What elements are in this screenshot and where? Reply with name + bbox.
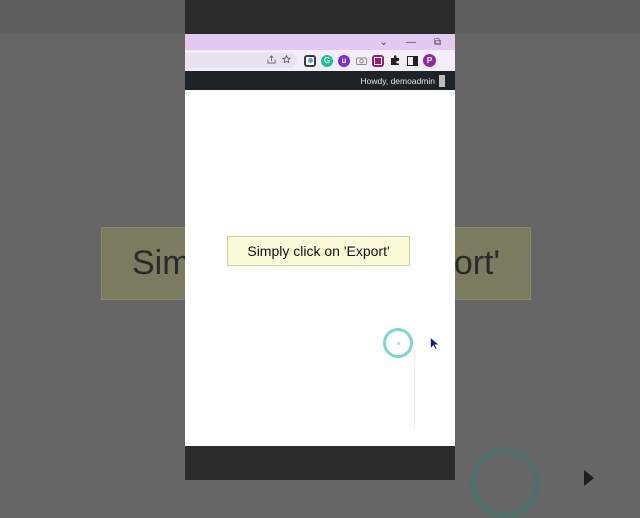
grammarly-icon[interactable]: G bbox=[321, 54, 333, 67]
restore-icon[interactable]: ⧉ bbox=[434, 37, 441, 48]
browser-tab-bar: ⌄ — ⧉ bbox=[185, 34, 455, 50]
background-cursor-icon bbox=[584, 470, 594, 486]
frame-top-bar bbox=[185, 0, 455, 34]
screen-recorder-icon[interactable] bbox=[304, 54, 316, 67]
bookmark-star-icon[interactable] bbox=[281, 54, 292, 66]
click-indicator-ring bbox=[383, 328, 413, 358]
extension-icons: G u P bbox=[304, 54, 436, 67]
tab-search-icon[interactable]: ⌄ bbox=[379, 37, 387, 48]
howdy-greeting[interactable]: Howdy, demoadmin bbox=[361, 76, 436, 86]
video-frame: ⌄ — ⧉ G u P Howdy, demoadmin Simply clic… bbox=[185, 0, 455, 480]
profile-avatar-icon[interactable]: P bbox=[423, 54, 436, 67]
puzzle-icon[interactable] bbox=[389, 55, 401, 67]
purple-extension-icon[interactable]: u bbox=[338, 54, 350, 67]
caption-text: Simply click on 'Export' bbox=[247, 243, 390, 259]
mouse-cursor-icon bbox=[430, 336, 440, 355]
frame-bottom-bar bbox=[185, 446, 455, 480]
background-caption-right: ort' bbox=[453, 244, 500, 282]
magenta-extension-icon[interactable] bbox=[372, 54, 384, 67]
click-indicator-dot bbox=[396, 341, 400, 345]
tutorial-caption: Simply click on 'Export' bbox=[227, 236, 410, 266]
minimize-icon[interactable]: — bbox=[406, 37, 416, 48]
background-click-ring bbox=[470, 448, 540, 518]
background-caption-left: Sim bbox=[132, 244, 191, 282]
divider-line bbox=[414, 350, 415, 430]
user-avatar[interactable] bbox=[439, 74, 445, 87]
browser-toolbar: G u P bbox=[185, 50, 455, 71]
camera-icon[interactable] bbox=[355, 55, 367, 67]
address-bar[interactable] bbox=[185, 53, 297, 68]
wp-admin-bar: Howdy, demoadmin bbox=[185, 71, 455, 90]
side-panel-icon[interactable] bbox=[406, 55, 418, 67]
share-icon[interactable] bbox=[267, 55, 276, 66]
page-content: Simply click on 'Export' bbox=[185, 90, 455, 446]
